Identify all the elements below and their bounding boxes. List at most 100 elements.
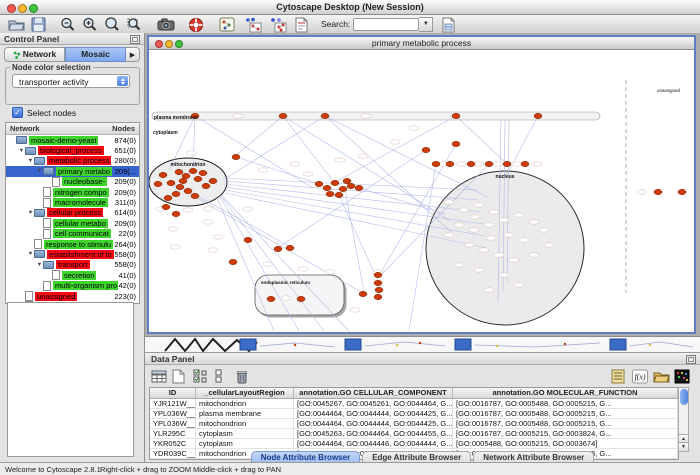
graph-node[interactable]: [521, 161, 529, 166]
graph-node[interactable]: [355, 185, 363, 190]
graph-node[interactable]: [184, 188, 192, 193]
save-session-icon[interactable]: [31, 17, 48, 32]
unselect-attributes-icon[interactable]: [214, 369, 230, 384]
zoom-in-icon[interactable]: [82, 17, 99, 32]
snapshot-camera-icon[interactable]: [157, 17, 174, 32]
attribute-table-header[interactable]: ID_cellularLayoutRegionannotation.GO CEL…: [150, 388, 678, 399]
zoom-fit-icon[interactable]: [104, 17, 121, 32]
graph-node[interactable]: [315, 181, 323, 186]
birdseye-view-icon[interactable]: [219, 17, 236, 32]
graph-node[interactable]: [374, 294, 382, 299]
graph-node[interactable]: [347, 183, 355, 188]
open-session-icon[interactable]: [8, 17, 25, 32]
graph-node[interactable]: [343, 178, 351, 183]
select-attributes-icon[interactable]: [193, 369, 209, 384]
graph-edge[interactable]: [235, 116, 283, 156]
tree-row[interactable]: macromolecule311(0): [6, 197, 139, 207]
graph-node[interactable]: [678, 189, 686, 194]
graph-edge[interactable]: [283, 116, 333, 181]
graph-node[interactable]: [244, 237, 252, 242]
help-lifesaver-icon[interactable]: [188, 17, 205, 32]
search-input[interactable]: [353, 18, 419, 31]
graph-node[interactable]: [154, 181, 162, 186]
graph-node[interactable]: [159, 172, 167, 177]
tree-expand-icon[interactable]: ▼: [27, 158, 34, 164]
scroll-down-button[interactable]: ▼: [679, 442, 688, 451]
network-canvas[interactable]: plasma membranecytoplasmmitochondrionnuc…: [149, 50, 694, 332]
tree-expand-icon[interactable]: ▼: [27, 251, 34, 257]
graph-node[interactable]: [422, 147, 430, 152]
search-dropdown-button[interactable]: ▼: [419, 17, 433, 32]
birdseye-view-panel[interactable]: [7, 302, 134, 457]
graph-node[interactable]: [189, 168, 197, 173]
zoom-selected-icon[interactable]: [126, 17, 143, 32]
network-window-titlebar[interactable]: primary metabolic process: [149, 37, 694, 50]
graph-node[interactable]: [267, 296, 275, 301]
graph-node[interactable]: [375, 287, 383, 292]
graph-node[interactable]: [209, 178, 217, 183]
table-row[interactable]: YKR052Ccytoplasm[GO:0044464, GO:0044446,…: [150, 439, 678, 449]
graph-node[interactable]: [172, 191, 180, 196]
graph-edge[interactable]: [188, 191, 289, 246]
graph-node[interactable]: [374, 272, 382, 277]
network-tree-header[interactable]: Network Nodes: [6, 123, 139, 135]
tab-network[interactable]: Network: [4, 47, 65, 62]
delete-attribute-trash-icon[interactable]: [235, 369, 251, 384]
graph-edge[interactable]: [359, 188, 445, 214]
table-column-header[interactable]: annotation.GO MOLECULAR_FUNCTION: [453, 388, 678, 398]
tree-row[interactable]: ▼metabolic process280(0): [6, 156, 139, 166]
undock-data-panel-icon[interactable]: [686, 355, 696, 364]
tree-expand-icon[interactable]: ▼: [18, 148, 25, 154]
graph-edge[interactable]: [337, 191, 378, 281]
scrollbar-thumb[interactable]: [680, 389, 688, 405]
tab-mosaic[interactable]: Mosaic: [65, 47, 126, 62]
tree-row[interactable]: ▼cellular process614(0): [6, 208, 139, 218]
zoom-window-button[interactable]: [29, 4, 38, 13]
undock-panel-icon[interactable]: [130, 35, 140, 44]
graph-edge[interactable]: [345, 190, 364, 292]
graph-node[interactable]: [467, 161, 475, 166]
tree-expand-icon[interactable]: ▼: [27, 210, 34, 216]
tabs-overflow-button[interactable]: ▶: [126, 47, 140, 62]
network-view-window[interactable]: primary metabolic process plasma membran…: [147, 35, 696, 334]
graph-node[interactable]: [534, 113, 542, 118]
graph-node[interactable]: [179, 178, 187, 183]
tree-row[interactable]: ▼transport558(0): [6, 260, 139, 270]
tree-row[interactable]: ▼primary metabo209(...: [6, 166, 139, 176]
tree-row[interactable]: mosaic-demo-yeast874(0): [6, 135, 139, 145]
table-column-header[interactable]: _cellularLayoutRegion: [196, 388, 294, 398]
graph-node[interactable]: [176, 184, 184, 189]
graph-node[interactable]: [452, 113, 460, 118]
zoom-out-icon[interactable]: [60, 17, 77, 32]
layout-network-icon[interactable]: [244, 17, 261, 32]
graph-node[interactable]: [286, 245, 294, 250]
network-minimize-button[interactable]: [165, 40, 173, 48]
table-row[interactable]: YLR295Ccytoplasm[GO:0045263, GO:0044464,…: [150, 429, 678, 439]
network-zoom-button[interactable]: [175, 40, 183, 48]
graph-node[interactable]: [432, 161, 440, 166]
graph-node[interactable]: [503, 161, 511, 166]
graph-node[interactable]: [323, 185, 331, 190]
graph-node[interactable]: [359, 291, 367, 296]
select-nodes-checkbox[interactable]: ✓: [12, 107, 23, 118]
graph-node[interactable]: [175, 169, 183, 174]
tree-row[interactable]: ▼biological_process651(0): [6, 145, 139, 155]
tree-row[interactable]: ▼establishment of lo558(0): [6, 249, 139, 259]
function-builder-icon[interactable]: f(x): [632, 369, 648, 384]
attribute-table-icon[interactable]: [151, 369, 167, 384]
graph-node[interactable]: [229, 259, 237, 264]
graph-node[interactable]: [321, 113, 329, 118]
annotation-icon[interactable]: [294, 17, 311, 32]
graph-node[interactable]: [274, 246, 282, 251]
graph-node[interactable]: [279, 113, 287, 118]
tree-row[interactable]: multi-organism pro42(0): [6, 280, 139, 290]
close-window-button[interactable]: [7, 4, 16, 13]
graph-node[interactable]: [446, 161, 454, 166]
graph-node[interactable]: [199, 170, 207, 175]
table-row[interactable]: YPL036W__2plasma membrane[GO:0044464, GO…: [150, 409, 678, 419]
table-row[interactable]: YPL036W__1mitochondrion[GO:0044464, GO:0…: [150, 419, 678, 429]
graph-node[interactable]: [172, 211, 180, 216]
minimize-window-button[interactable]: [18, 4, 27, 13]
tree-row[interactable]: cellular metabo209(0): [6, 218, 139, 228]
graph-node[interactable]: [335, 192, 343, 197]
